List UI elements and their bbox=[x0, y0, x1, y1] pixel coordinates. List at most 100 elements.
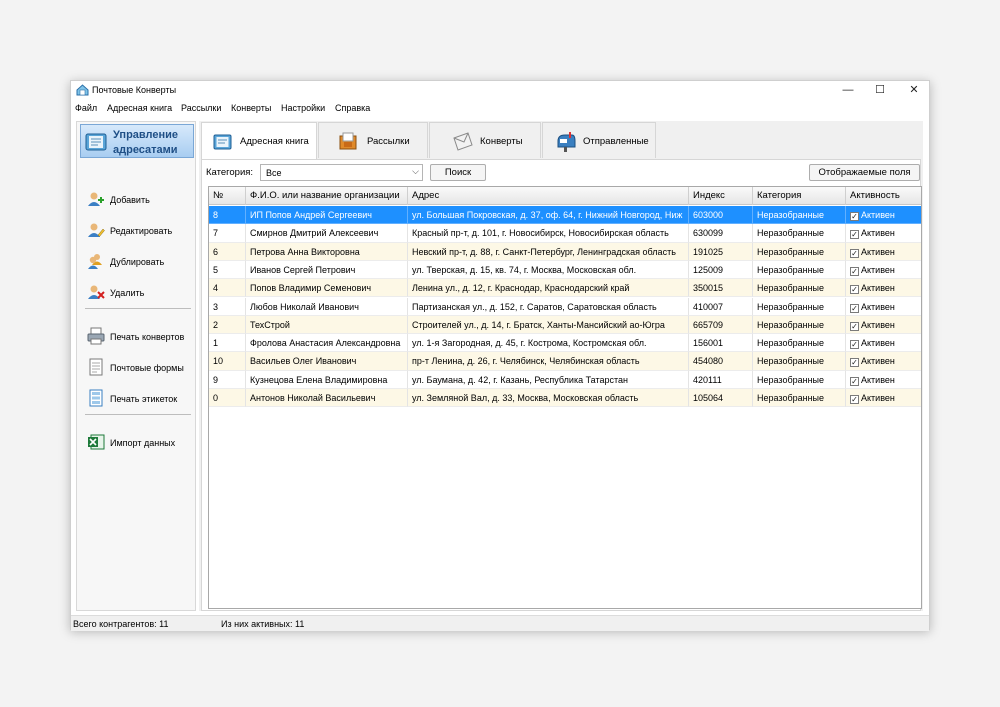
table-row[interactable]: 9 Кузнецова Елена Владимировна ул. Баумана… bbox=[209, 370, 921, 389]
table-row[interactable]: 4 Попов Владимир Семенович Ленина ул., д. … bbox=[209, 279, 921, 298]
table-row[interactable]: 0 Антонов Николай Васильевич ул. Земляной … bbox=[209, 389, 921, 408]
cell-index: 125009 bbox=[689, 260, 753, 280]
cell-activity: ✓ Активен bbox=[846, 224, 921, 243]
excel-icon bbox=[88, 434, 105, 450]
search-button[interactable]: Поиск bbox=[430, 164, 486, 181]
delete-button[interactable]: Удалить bbox=[87, 283, 195, 303]
active-checkbox[interactable]: ✓ bbox=[850, 376, 859, 386]
active-checkbox[interactable]: ✓ bbox=[850, 285, 859, 295]
mailing-box-icon bbox=[339, 132, 357, 150]
active-checkbox[interactable]: ✓ bbox=[850, 358, 859, 368]
cell-category: Неразобранные bbox=[753, 206, 846, 225]
cell-name: Иванов Сергей Петрович bbox=[246, 260, 408, 280]
cell-activity: ✓ Активен bbox=[846, 279, 921, 298]
column-header-name[interactable]: Ф.И.О. или название организации bbox=[246, 187, 408, 205]
tab-mailings[interactable]: Рассылки bbox=[318, 122, 428, 158]
column-header-category[interactable]: Категория bbox=[753, 187, 846, 205]
table-row[interactable]: 8 ИП Попов Андрей Сергеевич ул. Большая По… bbox=[209, 206, 921, 225]
cell-address: ул. Земляной Вал, д. 33, Москва, Московс… bbox=[408, 389, 689, 408]
close-button[interactable]: ✕ bbox=[897, 81, 931, 99]
print-labels-button[interactable]: Печать этикеток bbox=[87, 389, 195, 409]
active-label: Активен bbox=[861, 210, 895, 220]
cell-number: 4 bbox=[209, 279, 246, 298]
duplicate-person-icon bbox=[88, 254, 102, 269]
table-row[interactable]: 7 Смирнов Дмитрий Алексеевич Красный пр-т,… bbox=[209, 224, 921, 243]
column-header-activity[interactable]: Активность bbox=[846, 187, 921, 205]
active-label: Активен bbox=[861, 264, 895, 275]
cell-address: ул. Тверская, д. 15, кв. 74, г. Москва, … bbox=[408, 260, 689, 280]
cell-name: Попов Владимир Семенович bbox=[246, 279, 408, 298]
maximize-button[interactable]: ☐ bbox=[863, 81, 897, 99]
sidebar-divider bbox=[85, 308, 191, 309]
cell-activity: ✓ Активен bbox=[846, 243, 921, 261]
cell-number: 9 bbox=[209, 370, 246, 389]
add-button[interactable]: Добавить bbox=[87, 190, 195, 210]
print-labels-label: Печать этикеток bbox=[110, 394, 178, 404]
cell-name: Любов Николай Иванович bbox=[246, 297, 408, 316]
menu-help[interactable]: Справка bbox=[335, 103, 370, 113]
cell-category: Неразобранные bbox=[753, 389, 846, 408]
cell-address: ул. 1-я Загородная, д. 45, г. Кострома, … bbox=[408, 334, 689, 353]
address-book-icon bbox=[85, 133, 107, 151]
active-checkbox[interactable]: ✓ bbox=[850, 230, 859, 240]
sidebar: Управление адресатами Добавить Редактиро… bbox=[76, 121, 196, 611]
cell-address: пр-т Ленина, д. 26, г. Челябинск, Челяби… bbox=[408, 352, 689, 371]
tab-sent[interactable]: Отправленные bbox=[542, 122, 656, 158]
category-select[interactable]: Все ⌵ bbox=[260, 164, 423, 181]
column-header-number[interactable]: № bbox=[209, 187, 246, 205]
house-envelope-icon bbox=[76, 84, 89, 96]
title-bar: Почтовые Конверты — ☐ ✕ bbox=[71, 81, 929, 101]
active-checkbox[interactable]: ✓ bbox=[850, 340, 859, 350]
active-checkbox[interactable]: ✓ bbox=[850, 395, 859, 404]
cell-index: 630099 bbox=[689, 224, 753, 243]
cell-activity: ✓ Активен bbox=[846, 334, 921, 353]
postal-forms-button[interactable]: Почтовые формы bbox=[87, 358, 195, 378]
cell-name: Смирнов Дмитрий Алексеевич bbox=[246, 224, 408, 243]
duplicate-button[interactable]: Дублировать bbox=[87, 252, 195, 272]
menu-envelopes[interactable]: Конверты bbox=[231, 103, 271, 113]
main-area: Адресная книга Рассылки Конверты Отправл… bbox=[199, 121, 923, 611]
import-button[interactable]: Импорт данных bbox=[87, 433, 195, 453]
active-checkbox[interactable]: ✓ bbox=[850, 303, 859, 313]
tab-address-book[interactable]: Адресная книга bbox=[201, 122, 317, 159]
columns-button[interactable]: Отображаемые поля bbox=[809, 164, 920, 181]
category-label: Категория: bbox=[206, 167, 254, 178]
table-row[interactable]: 3 Любов Николай Иванович Партизанская ул.,… bbox=[209, 297, 921, 316]
edit-button[interactable]: Редактировать bbox=[87, 221, 195, 241]
active-checkbox[interactable]: ✓ bbox=[850, 248, 859, 258]
category-value: Все bbox=[266, 168, 282, 178]
cell-name: Петрова Анна Викторовна bbox=[246, 242, 408, 261]
sidebar-header-label: Управление адресатами bbox=[113, 129, 179, 156]
envelope-icon bbox=[453, 132, 473, 151]
cell-number: 0 bbox=[209, 389, 246, 408]
sidebar-header[interactable]: Управление адресатами bbox=[80, 124, 194, 158]
tab-mailings-label: Рассылки bbox=[367, 136, 410, 147]
cell-activity: ✓ Активен bbox=[846, 298, 921, 316]
active-checkbox[interactable]: ✓ bbox=[850, 212, 859, 221]
print-envelopes-button[interactable]: Печать конвертов bbox=[87, 327, 195, 347]
menu-mailings[interactable]: Рассылки bbox=[181, 103, 221, 113]
active-checkbox[interactable]: ✓ bbox=[850, 266, 859, 276]
table-row[interactable]: 10 Васильев Олег Иванович пр-т Ленина, д. … bbox=[209, 352, 921, 371]
table-row[interactable]: 1 Фролова Анастасия Александровна ул. 1-я … bbox=[209, 334, 921, 353]
column-header-index[interactable]: Индекс bbox=[689, 187, 753, 205]
active-checkbox[interactable]: ✓ bbox=[850, 321, 859, 331]
cell-index: 454080 bbox=[689, 352, 753, 371]
edit-person-icon bbox=[88, 223, 105, 237]
menu-settings[interactable]: Настройки bbox=[281, 103, 325, 113]
column-header-address[interactable]: Адрес bbox=[408, 187, 689, 205]
address-book-panel: Категория: Все ⌵ Поиск Отображаемые поля… bbox=[201, 159, 922, 611]
minimize-button[interactable]: — bbox=[831, 81, 865, 99]
menu-address-book[interactable]: Адресная книга bbox=[107, 103, 172, 113]
sidebar-divider bbox=[85, 414, 191, 415]
cell-address: Партизанская ул., д. 152, г. Саратов, Са… bbox=[408, 297, 689, 316]
chevron-down-icon: ⌵ bbox=[412, 166, 419, 176]
menu-file[interactable]: Файл bbox=[75, 103, 97, 113]
cell-name: Фролова Анастасия Александровна bbox=[246, 334, 408, 353]
table-row[interactable]: 2 ТехСтрой Строителей ул., д. 14, г. Братс… bbox=[209, 315, 921, 335]
table-row[interactable]: 5 Иванов Сергей Петрович ул. Тверская, д. … bbox=[209, 260, 921, 280]
table-row[interactable]: 6 Петрова Анна Викторовна Невский пр-т, д.… bbox=[209, 242, 921, 261]
tab-envelopes[interactable]: Конверты bbox=[429, 122, 541, 158]
status-bar: Всего контрагентов: 11 Из них активных: … bbox=[71, 615, 929, 631]
postal-forms-label: Почтовые формы bbox=[110, 363, 184, 373]
